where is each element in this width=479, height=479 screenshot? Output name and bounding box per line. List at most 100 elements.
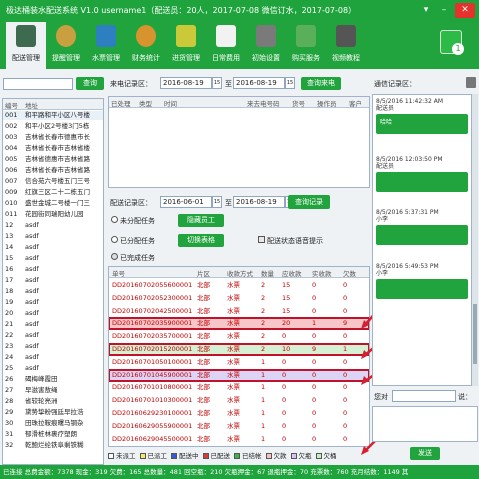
clear-icon[interactable]: [466, 77, 476, 88]
completed-radio[interactable]: [111, 253, 118, 260]
customer-search-input[interactable]: [3, 78, 73, 90]
toolbar-item-expense[interactable]: 日常费用: [206, 22, 246, 69]
customer-query-button[interactable]: 查询: [76, 77, 104, 90]
toolbar-item-ticket[interactable]: 水票管理: [86, 22, 126, 69]
menu-icon[interactable]: ▾: [418, 3, 434, 18]
query-calls-button[interactable]: 查询来电: [301, 77, 341, 90]
legend-swatch: [315, 453, 322, 459]
message-input[interactable]: [372, 406, 478, 442]
customer-row[interactable]: 17 asdf: [3, 276, 103, 285]
customer-row[interactable]: 003 吉林省长春市德惠市长: [3, 133, 103, 142]
voice-checkbox[interactable]: [258, 236, 265, 243]
customer-row[interactable]: 007 信合苑六号楼五门三号: [3, 177, 103, 186]
customer-row[interactable]: 31 郁滑桩林裹疗塑朗: [3, 430, 103, 439]
cell-owe: 1: [343, 345, 348, 353]
delivery-row[interactable]: DD20160629055900001 北部 水票 1 0 0 0: [109, 421, 369, 432]
hide-staff-button[interactable]: 隐藏员工: [178, 214, 224, 227]
customer-row[interactable]: 19 asdf: [3, 298, 103, 307]
call-date-to[interactable]: 2016-08-19: [233, 77, 285, 89]
customer-row[interactable]: 002 和平小区2号楼3门5栋: [3, 122, 103, 131]
toolbar-item-video[interactable]: 视频教程: [326, 22, 366, 69]
cell-owe: 0: [343, 306, 348, 315]
customer-row[interactable]: 29 黛势挚粉强廷早拉浩: [3, 408, 103, 417]
chat-scrollbar[interactable]: [472, 94, 478, 386]
toolbar-item-settings[interactable]: 初始设置: [246, 22, 286, 69]
customer-row[interactable]: 22 asdf: [3, 331, 103, 340]
delivery-row[interactable]: DD20160701050100001 北部 水票 1 0 0 0: [109, 357, 369, 368]
delivery-row[interactable]: DD20160701045900001 北部 水票 1 0 0 0: [109, 368, 369, 382]
recipient-select[interactable]: [392, 390, 456, 402]
toolbar-item-reminder[interactable]: 提醒管理: [46, 22, 86, 69]
delivery-row[interactable]: DD20160702035900001 北部 水票 2 20 1 9: [109, 317, 369, 331]
delivery-row[interactable]: DD20160629045500001 北部 水票 1 0 0 0: [109, 434, 369, 445]
call-date-from[interactable]: 2016-08-19: [160, 77, 212, 89]
cell-qty: 2: [261, 332, 266, 341]
delivery-row[interactable]: DD20160702015200001 北部 水票 2 10 9 1: [109, 343, 369, 356]
delivery-row[interactable]: DD20160702042500001 北部 水票 2 15 0 0: [109, 306, 369, 317]
calendar-icon[interactable]: 15: [212, 77, 222, 89]
customer-row[interactable]: 005 吉林省德惠市吉林省路: [3, 155, 103, 164]
customer-list: 编号 地址 001 和平路和平小区八号楼 002 和平小区2号楼3门5栋 003 吉林省长…: [2, 98, 104, 465]
query-records-button[interactable]: 查询记录: [288, 195, 330, 209]
calendar-icon[interactable]: 15: [212, 196, 222, 208]
cell-owe: 0: [343, 370, 348, 379]
customer-row[interactable]: 004 吉林省长春市吉林省楼: [3, 144, 103, 153]
customer-row[interactable]: 18 asdf: [3, 287, 103, 296]
window-title: 极达桶装水配送系统 V1.0 username1（配送员：20人，2017-07…: [6, 6, 357, 15]
customer-row[interactable]: 16 asdf: [3, 265, 103, 274]
delivery-date-to[interactable]: 2016-08-19: [233, 196, 285, 208]
customer-row[interactable]: 27 早滋害敖绳: [3, 386, 103, 395]
delivery-row[interactable]: DD20160629230100001 北部 水票 1 0 0 0: [109, 408, 369, 419]
customer-row[interactable]: 32 乾鲍烂纶铁阜剩铁糊: [3, 441, 103, 450]
send-button[interactable]: 发送: [410, 447, 440, 460]
customer-row[interactable]: 30 田珠拉鞍痕曙马钢杂: [3, 419, 103, 428]
customer-row[interactable]: 13 asdf: [3, 232, 103, 241]
customer-row[interactable]: 23 asdf: [3, 342, 103, 351]
switch-table-button[interactable]: 切换表格: [178, 234, 224, 247]
delivery-row[interactable]: DD20160701010300001 北部 水票 1 0 0 0: [109, 395, 369, 406]
customer-address: asdf: [25, 276, 39, 284]
delivery-date-from[interactable]: 2016-06-01: [160, 196, 212, 208]
customer-row[interactable]: 20 asdf: [3, 309, 103, 318]
cell-no: DD20160629045500001: [112, 434, 193, 443]
cell-paid: 0: [312, 421, 317, 430]
delivery-row[interactable]: DD20160702055600001 北部 水票 2 15 0 0: [109, 280, 369, 291]
assigned-radio[interactable]: [111, 236, 118, 243]
toolbar-item-finance[interactable]: 财务统计: [126, 22, 166, 69]
customer-row[interactable]: 001 和平路和平小区八号楼: [3, 111, 103, 120]
cell-no: DD20160701045900001: [112, 370, 193, 379]
unassigned-radio[interactable]: [111, 216, 118, 223]
customer-row[interactable]: 15 asdf: [3, 254, 103, 263]
delivery-row[interactable]: DD20160702035700001 北部 水票 2 0 0 0: [109, 331, 369, 342]
customer-row[interactable]: 009 红旗三区二十二栋五门: [3, 188, 103, 197]
cell-due: 15: [282, 293, 291, 302]
assigned-label: 已分配任务: [120, 237, 155, 245]
cell-area: 北部: [197, 370, 210, 379]
customer-row[interactable]: 21 asdf: [3, 320, 103, 329]
col-header: 实收款: [312, 270, 332, 278]
col-header: 类型: [139, 100, 152, 108]
notification-icon[interactable]: 1: [440, 30, 464, 55]
customer-id: 20: [5, 309, 14, 317]
customer-row[interactable]: 12 asdf: [3, 221, 103, 230]
customer-row[interactable]: 24 asdf: [3, 353, 103, 362]
scroll-thumb[interactable]: [473, 304, 477, 364]
minimize-icon[interactable]: –: [436, 3, 452, 18]
toolbar-item-buy-service[interactable]: 购买服务: [286, 22, 326, 69]
calendar-icon[interactable]: 15: [285, 77, 295, 89]
customer-row[interactable]: 28 省较轮亮洲: [3, 397, 103, 406]
toolbar-item-purchase[interactable]: 进货管理: [166, 22, 206, 69]
customer-id: 30: [5, 419, 14, 427]
customer-row[interactable]: 010 盛世金城二号楼一门三: [3, 199, 103, 208]
customer-row[interactable]: 006 吉林省长春市吉林省路: [3, 166, 103, 175]
toolbar-item-delivery[interactable]: 配送管理: [6, 22, 46, 69]
close-icon[interactable]: ✕: [455, 3, 475, 18]
customer-id: 26: [5, 375, 14, 383]
customer-row[interactable]: 14 asdf: [3, 243, 103, 252]
customer-row[interactable]: 011 花园街同瑞阳幼儿园: [3, 210, 103, 219]
customer-row[interactable]: 26 碣梅峰霞田: [3, 375, 103, 384]
delivery-row[interactable]: DD20160701010800001 北部 水票 1 0 0 0: [109, 382, 369, 393]
purchase-icon: [176, 25, 196, 47]
delivery-row[interactable]: DD20160702052300001 北部 水票 2 15 0 0: [109, 293, 369, 304]
customer-row[interactable]: 25 asdf: [3, 364, 103, 373]
